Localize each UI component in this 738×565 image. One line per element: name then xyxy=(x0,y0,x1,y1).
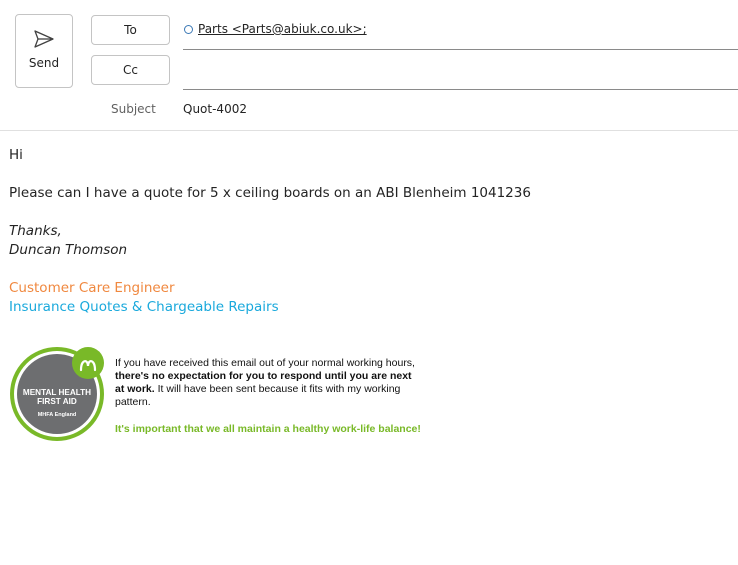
to-field[interactable] xyxy=(183,49,738,50)
send-label: Send xyxy=(28,56,60,70)
mhfa-line1: MENTAL HEALTH xyxy=(23,388,91,397)
signature-role: Customer Care Engineer xyxy=(9,280,175,296)
header-divider xyxy=(0,130,738,131)
mhfa-line2: FIRST AID xyxy=(37,397,77,406)
message-greeting: Hi xyxy=(9,147,23,163)
mhfa-line3: MHFA England xyxy=(38,412,77,418)
subject-input[interactable]: Quot-4002 xyxy=(183,102,247,116)
to-recipient[interactable]: Parts <Parts@abiuk.co.uk>; xyxy=(184,22,367,36)
message-sign-off: Thanks, xyxy=(9,223,62,239)
sender-name: Duncan Thomson xyxy=(9,242,128,258)
cc-field[interactable] xyxy=(183,89,738,90)
notice-part2: It will have been sent because it fits w… xyxy=(115,383,401,408)
subject-label: Subject xyxy=(111,102,156,116)
cc-button[interactable]: Cc xyxy=(91,55,170,85)
notice-part1: If you have received this email out of y… xyxy=(115,357,415,369)
out-of-hours-notice: If you have received this email out of y… xyxy=(115,357,415,409)
send-icon xyxy=(34,30,54,48)
to-button[interactable]: To xyxy=(91,15,170,45)
message-request: Please can I have a quote for 5 x ceilin… xyxy=(9,185,531,201)
mhfa-logo: MENTAL HEALTH FIRST AID MHFA England xyxy=(10,347,104,441)
send-button[interactable]: Send xyxy=(15,14,73,88)
recipient-address: Parts <Parts@abiuk.co.uk>; xyxy=(198,22,367,36)
signature-department: Insurance Quotes & Chargeable Repairs xyxy=(9,299,279,315)
work-life-balance-note: It's important that we all maintain a he… xyxy=(115,423,421,435)
presence-status-icon xyxy=(184,24,193,34)
